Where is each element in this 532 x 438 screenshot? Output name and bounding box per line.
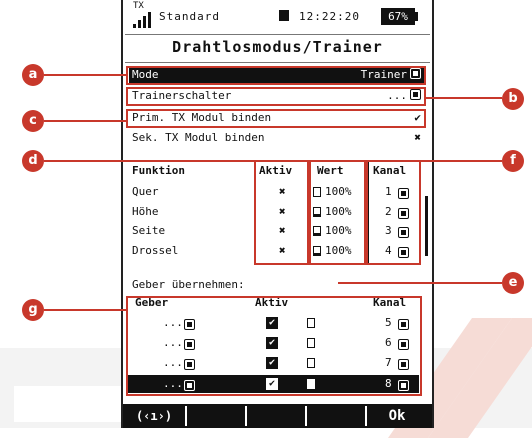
annotation-box-c [126, 109, 426, 128]
annotation-line-b [426, 97, 502, 99]
page-title: Drahtlosmodus/Trainer [172, 38, 383, 56]
battery-indicator: 67% [381, 8, 415, 25]
clock: 12:22:20 [299, 10, 360, 23]
status-bar: TX Standard 12:22:20 67% [123, 0, 432, 34]
annotation-line-a [44, 74, 126, 76]
secondary-bind-row[interactable]: Sek. TX Modul binden ✖ [129, 130, 425, 146]
function-name: Höhe [132, 205, 159, 218]
annotation-box-a [126, 66, 426, 85]
header-funktion: Funktion [132, 164, 185, 177]
battery-tip [415, 12, 418, 21]
cross-icon[interactable]: ✖ [414, 130, 421, 146]
annotation-line-e [338, 282, 502, 284]
annotation-box-f [366, 160, 421, 265]
function-name: Quer [132, 185, 159, 198]
timer-icon [279, 10, 289, 21]
annotation-box-g [126, 296, 422, 396]
annotation-line-c [44, 120, 126, 122]
annotation-box-e [309, 160, 366, 265]
callout-f: f [502, 150, 524, 172]
softkey-4[interactable] [307, 406, 363, 426]
status-divider [125, 34, 430, 35]
signal-icon [133, 10, 159, 28]
geber-section-title: Geber übernehmen: [132, 278, 245, 291]
title-divider [125, 62, 430, 63]
scrollbar-track[interactable] [425, 196, 428, 256]
callout-b: b [502, 88, 524, 110]
callout-c: c [22, 110, 44, 132]
background-box [14, 386, 124, 422]
ok-button[interactable]: Ok [367, 406, 427, 426]
model-name: Standard [159, 10, 220, 23]
secondary-bind-label: Sek. TX Modul binden [132, 131, 265, 144]
callout-g: g [22, 299, 44, 321]
function-name: Drossel [132, 244, 179, 257]
wireless-icon[interactable]: (‹ı›) [125, 406, 183, 426]
callout-a: a [22, 64, 44, 86]
callout-e: e [502, 272, 524, 294]
function-name: Seite [132, 224, 166, 237]
annotation-box-b [126, 87, 426, 106]
softkey-3[interactable] [247, 406, 303, 426]
softkey-2[interactable] [187, 406, 243, 426]
annotation-box-d [254, 160, 309, 265]
annotation-line-g [44, 309, 126, 311]
annotation-line-f [421, 160, 502, 162]
callout-d: d [22, 150, 44, 172]
softkey-bar: (‹ı›) Ok [123, 404, 432, 428]
annotation-line-d [44, 160, 254, 162]
